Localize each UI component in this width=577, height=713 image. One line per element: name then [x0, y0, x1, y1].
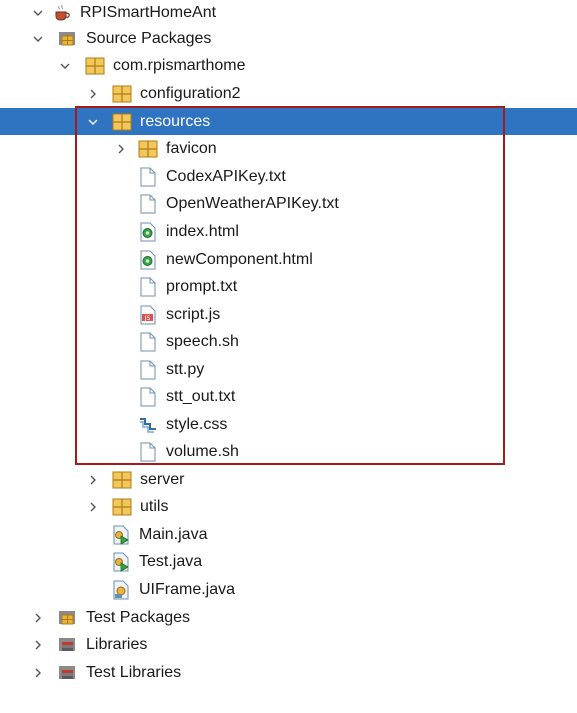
tree-node-label: resources: [140, 113, 211, 130]
tree-node-label: UIFrame.java: [139, 581, 236, 598]
tree-node-label: stt.py: [166, 361, 205, 378]
tree-node-label: index.html: [166, 223, 239, 240]
tree-node-label: configuration2: [140, 85, 241, 102]
chevron-right-icon[interactable]: [115, 143, 127, 155]
html-file-icon: [138, 250, 158, 270]
chevron-right-icon[interactable]: [32, 667, 44, 679]
tree-node-label: OpenWeatherAPIKey.txt: [166, 195, 339, 212]
tree-node-source-packages[interactable]: Source Packages: [0, 25, 577, 52]
tree-node-project[interactable]: RPISmartHomeAnt: [0, 0, 577, 26]
html-file-icon: [138, 222, 158, 242]
text-file-icon: [138, 387, 158, 407]
package-icon: [112, 470, 132, 490]
tree-node-label: RPISmartHomeAnt: [80, 4, 217, 21]
tree-node-file[interactable]: Test.java: [0, 548, 577, 575]
tree-node-label: server: [140, 471, 185, 488]
source-folder-icon: [58, 29, 78, 49]
css-file-icon: [138, 415, 158, 435]
text-file-icon: [138, 167, 158, 187]
chevron-right-icon[interactable]: [87, 474, 99, 486]
text-file-icon: [138, 194, 158, 214]
chevron-down-icon[interactable]: [87, 116, 99, 128]
tree-node-file[interactable]: Main.java: [0, 521, 577, 548]
tree-node-resources[interactable]: resources: [0, 108, 577, 135]
tree-node-label: stt_out.txt: [166, 388, 236, 405]
tree-node-label: style.css: [166, 416, 228, 433]
tree-node-test-packages[interactable]: Test Packages: [0, 604, 577, 631]
java-form-icon: [111, 580, 131, 600]
tree-node-libraries[interactable]: Libraries: [0, 631, 577, 658]
tree-node-package[interactable]: com.rpismarthome: [0, 52, 577, 79]
tree-node-label: script.js: [166, 306, 221, 323]
tree-node-file[interactable]: newComponent.html: [0, 246, 577, 273]
tree-node-file[interactable]: prompt.txt: [0, 273, 577, 300]
package-icon: [85, 56, 105, 76]
chevron-right-icon[interactable]: [32, 639, 44, 651]
chevron-down-icon[interactable]: [59, 60, 71, 72]
tree-node-file[interactable]: volume.sh: [0, 438, 577, 465]
tree-node-file[interactable]: JS script.js: [0, 301, 577, 328]
text-file-icon: [138, 332, 158, 352]
tree-node-utils[interactable]: utils: [0, 493, 577, 520]
library-icon: [58, 663, 78, 683]
test-folder-icon: [58, 608, 78, 628]
tree-node-file[interactable]: index.html: [0, 218, 577, 245]
tree-node-label: volume.sh: [166, 443, 239, 460]
javascript-file-icon: JS: [138, 305, 158, 325]
chevron-down-icon[interactable]: [32, 7, 44, 19]
svg-text:JS: JS: [144, 314, 151, 321]
tree-node-label: Test Packages: [86, 609, 191, 626]
tree-node-label: Libraries: [86, 636, 148, 653]
tree-node-file[interactable]: CodexAPIKey.txt: [0, 163, 577, 190]
tree-node-label: newComponent.html: [166, 251, 313, 268]
tree-node-configuration2[interactable]: configuration2: [0, 80, 577, 107]
tree-node-server[interactable]: server: [0, 466, 577, 493]
chevron-right-icon[interactable]: [87, 501, 99, 513]
tree-node-label: favicon: [166, 140, 217, 157]
tree-node-test-libraries[interactable]: Test Libraries: [0, 659, 577, 686]
text-file-icon: [138, 277, 158, 297]
library-icon: [58, 635, 78, 655]
tree-node-file[interactable]: UIFrame.java: [0, 576, 577, 603]
coffee-cup-icon: [52, 3, 72, 23]
package-icon: [112, 497, 132, 517]
text-file-icon: [138, 442, 158, 462]
tree-node-favicon[interactable]: favicon: [0, 135, 577, 162]
chevron-right-icon[interactable]: [32, 612, 44, 624]
tree-node-label: Test Libraries: [86, 664, 182, 681]
tree-node-label: Source Packages: [86, 30, 212, 47]
tree-node-label: utils: [140, 498, 169, 515]
java-class-runnable-icon: [111, 552, 131, 572]
tree-node-file[interactable]: speech.sh: [0, 328, 577, 355]
tree-node-label: CodexAPIKey.txt: [166, 168, 286, 185]
tree-node-file[interactable]: stt.py: [0, 356, 577, 383]
tree-node-file[interactable]: OpenWeatherAPIKey.txt: [0, 190, 577, 217]
chevron-down-icon[interactable]: [32, 33, 44, 45]
tree-node-file[interactable]: style.css: [0, 411, 577, 438]
package-icon: [112, 112, 132, 132]
chevron-right-icon[interactable]: [87, 88, 99, 100]
tree-node-label: com.rpismarthome: [113, 57, 246, 74]
tree-node-label: Main.java: [139, 526, 208, 543]
java-class-runnable-icon: [111, 525, 131, 545]
text-file-icon: [138, 360, 158, 380]
tree-node-label: prompt.txt: [166, 278, 238, 295]
tree-node-file[interactable]: stt_out.txt: [0, 383, 577, 410]
tree-node-label: Test.java: [139, 553, 203, 570]
package-icon: [138, 139, 158, 159]
tree-node-label: speech.sh: [166, 333, 239, 350]
package-icon: [112, 84, 132, 104]
